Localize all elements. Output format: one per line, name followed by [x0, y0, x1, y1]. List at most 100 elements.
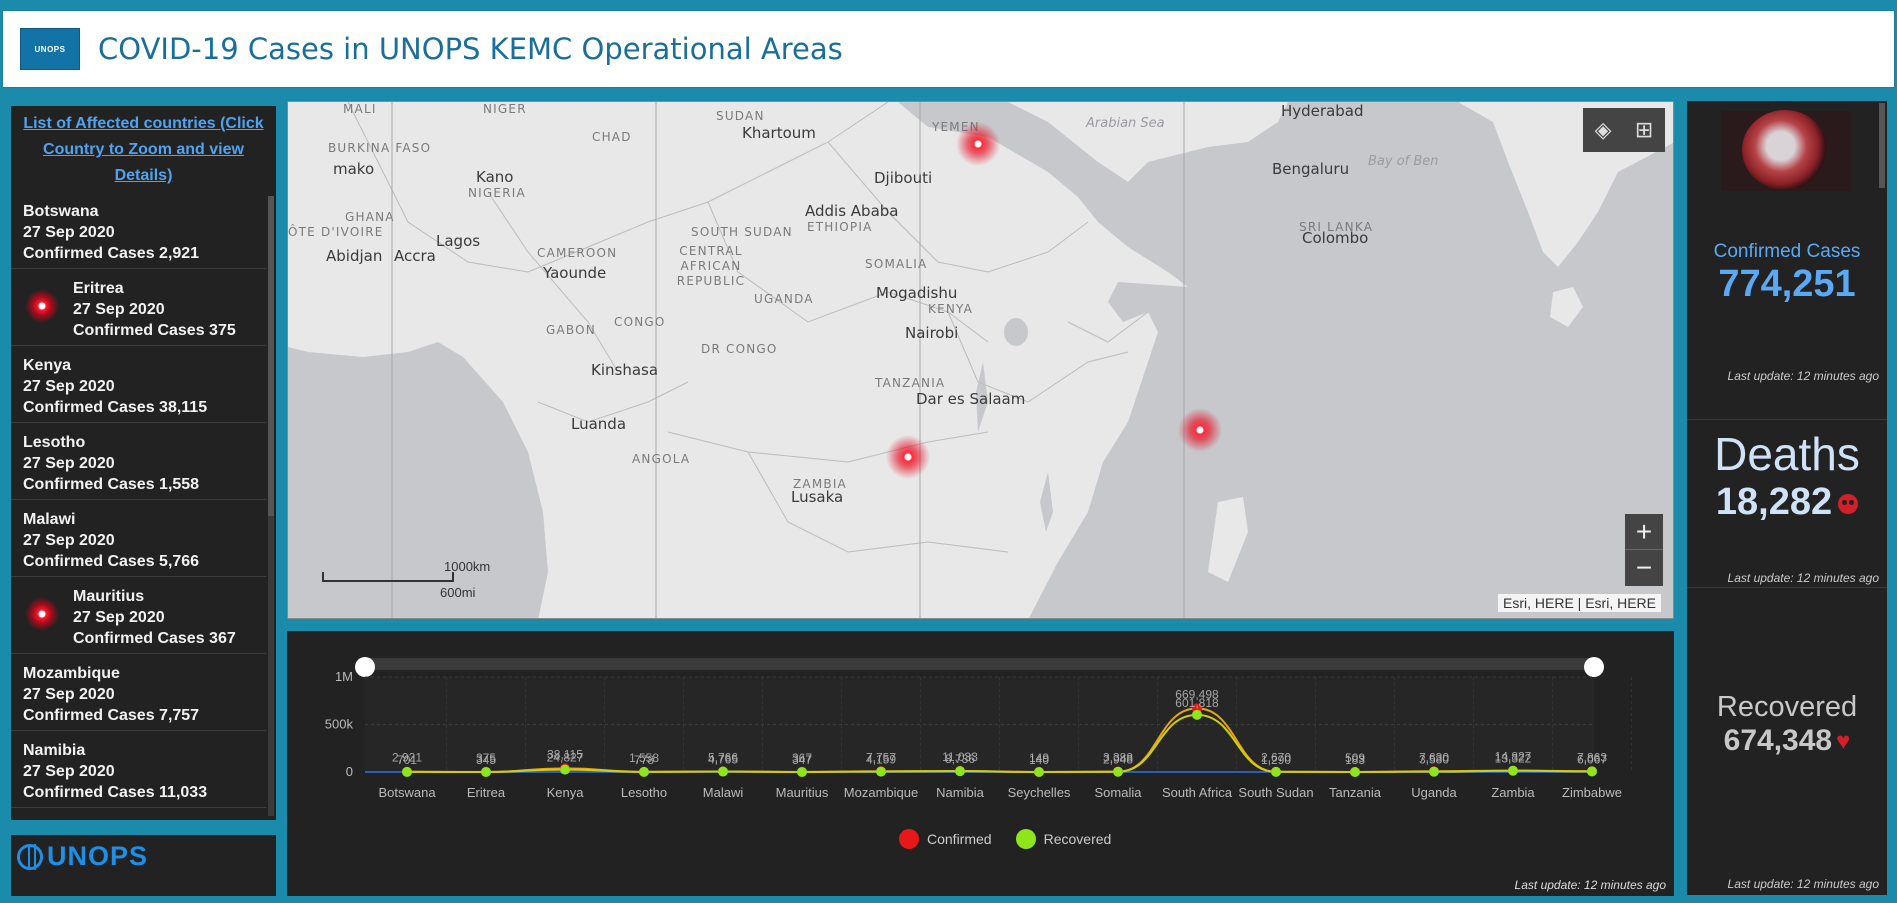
country-cases: Confirmed Cases 38,115 [23, 399, 208, 416]
map-view[interactable]: MALI NIGER SUDAN Khartoum YEMEN Arabian Sea Hy… [287, 101, 1674, 619]
map-label: TANZANIA [875, 376, 946, 390]
data-point-recovered [797, 766, 807, 777]
data-point-recovered [1429, 766, 1439, 777]
x-tick-label: Lesotho [621, 785, 667, 800]
recovered-last-update: Last update: 12 minutes ago [1727, 877, 1879, 891]
zoom-out-button[interactable]: − [1625, 550, 1663, 586]
layers-icon[interactable]: ◈ [1595, 117, 1612, 143]
skull-icon [1838, 493, 1859, 514]
country-list-item[interactable]: Kenya 27 Sep 2020 Confirmed Cases 38,115 [11, 346, 266, 423]
case-marker-icon [25, 597, 59, 631]
scale-bar [322, 572, 454, 582]
map-label: ANGOLA [632, 452, 691, 466]
cases-chart: 0 500k 1M Botswana Eritrea Kenya Lesotho Malawi… [325, 657, 1632, 800]
map-label: Addis Ababa [805, 202, 899, 220]
map-label: GABON [546, 323, 596, 337]
list-header: List of Affected countries (Click Countr… [11, 106, 276, 193]
x-tick-label: Namibia [936, 785, 984, 800]
data-label-recovered: 183 [1345, 753, 1365, 767]
legend-item-recovered[interactable]: Recovered [1015, 829, 1112, 849]
country-list-item[interactable]: Eritrea 27 Sep 2020 Confirmed Cases 375 [11, 269, 266, 346]
scale-km-label: 1000km [444, 559, 491, 574]
range-slider-handle-left[interactable] [355, 657, 375, 677]
list-scrollbar-thumb[interactable] [268, 196, 274, 516]
basemap-gallery-icon[interactable]: ⊞ [1635, 117, 1653, 143]
range-slider-track [365, 658, 1594, 670]
country-list-item[interactable]: Malawi 27 Sep 2020 Confirmed Cases 5,766 [11, 500, 266, 577]
legend-label-recovered: Recovered [1043, 831, 1112, 847]
page-title: COVID-19 Cases in UNOPS KEMC Operational… [98, 32, 843, 66]
map-marker-mauritius[interactable] [1178, 408, 1222, 452]
country-cases: Confirmed Cases 1,558 [23, 476, 200, 493]
country-country: Kenya [23, 357, 72, 374]
country-list-item[interactable]: Lesotho 27 Sep 2020 Confirmed Cases 1,558 [11, 423, 266, 500]
zoom-in-button[interactable]: + [1625, 514, 1663, 550]
affected-countries-link[interactable]: List of Affected countries (Click Countr… [23, 115, 263, 184]
map-label: Luanda [571, 415, 627, 433]
data-point-recovered [1271, 766, 1281, 777]
legend-item-confirmed[interactable]: Confirmed [899, 829, 992, 849]
deaths-value-row: 18,282 [1687, 481, 1887, 524]
country-country: Namibia [23, 742, 86, 759]
scale-mi-label: 600mi [440, 585, 476, 600]
unops-logo-text: UNOPS [47, 841, 149, 871]
range-slider-handle-right[interactable] [1584, 657, 1604, 677]
data-label-recovered: 8,736 [945, 752, 975, 766]
map-label: Dar es Salaam [916, 390, 1026, 408]
map-label: MALI [343, 102, 377, 116]
stats-panel: Confirmed Cases 774,251 Last update: 12 … [1687, 101, 1887, 895]
data-label-recovered: 778 [634, 753, 654, 767]
map-label: ÔTE D'IVOIRE [288, 225, 384, 239]
deaths-label: Deaths [1714, 428, 1860, 480]
x-tick-label: Zimbabwe [1562, 785, 1622, 800]
data-label-recovered: 6,067 [1577, 752, 1607, 766]
map-label: mako [333, 160, 375, 178]
country-list[interactable]: Botswana 27 Sep 2020 Confirmed Cases 2,921… [11, 192, 266, 820]
map-label: CHAD [592, 130, 632, 144]
data-point-recovered [560, 764, 570, 775]
country-date: 27 Sep 2020 [73, 301, 165, 318]
data-label-recovered: 345 [476, 753, 496, 767]
stats-scrollbar[interactable] [1879, 103, 1885, 188]
x-tick-label: Mozambique [844, 785, 918, 800]
legend-label-confirmed: Confirmed [927, 831, 992, 847]
list-scrollbar[interactable] [268, 196, 274, 816]
y-tick-label: 0 [346, 764, 353, 779]
x-tick-label: Zambia [1491, 785, 1535, 800]
case-marker-icon [25, 289, 59, 323]
country-list-item[interactable]: Mauritius 27 Sep 2020 Confirmed Cases 367 [11, 577, 266, 654]
country-list-item[interactable]: Botswana 27 Sep 2020 Confirmed Cases 2,921 [11, 192, 266, 269]
chart-legend: Confirmed Recovered [899, 829, 1111, 849]
country-list-item[interactable]: Mozambique 27 Sep 2020 Confirmed Cases 7,7… [11, 654, 266, 731]
x-tick-label: Seychelles [1008, 785, 1071, 800]
un-globe-icon [17, 843, 43, 870]
recovered-value-row: 674,348 ♥ [1687, 724, 1887, 758]
data-label-recovered: 140 [1029, 753, 1049, 767]
data-point-recovered [1508, 765, 1518, 776]
map-label: Djibouti [874, 169, 933, 187]
confirmed-label: Confirmed Cases [1713, 241, 1861, 262]
unops-header-logo: UNOPS [20, 28, 80, 70]
country-date: 27 Sep 2020 [23, 686, 115, 703]
country-date: 27 Sep 2020 [73, 609, 165, 626]
country-list-item[interactable]: Namibia 27 Sep 2020 Confirmed Cases 11,033 [11, 731, 266, 808]
data-label-recovered: 601,818 [1175, 696, 1219, 710]
data-label-recovered: 1,290 [1261, 753, 1291, 767]
data-label-recovered: 24,827 [547, 751, 584, 765]
stat-divider-1 [1687, 419, 1887, 420]
confirmed-stat: Confirmed Cases 774,251 [1687, 241, 1887, 306]
map-label: CENTRAL AFRICAN REPUBLIC [676, 244, 746, 288]
map-label: Kano [476, 168, 514, 186]
map-marker-tanzania[interactable] [886, 435, 930, 479]
map-label: KENYA [928, 302, 974, 316]
data-label-recovered: 4,765 [708, 753, 738, 767]
data-point-recovered [955, 766, 965, 777]
data-point-recovered [639, 766, 649, 777]
map-marker-eritrea[interactable] [956, 122, 1000, 166]
data-point-recovered [876, 766, 886, 777]
chart-panel: 0 500k 1M Botswana Eritrea Kenya Lesotho Malawi… [287, 631, 1674, 896]
x-tick-label: South Sudan [1238, 785, 1313, 800]
data-label-recovered: 4,159 [866, 753, 896, 767]
country-country: Mauritius [73, 588, 145, 605]
confirmed-value: 774,251 [1718, 263, 1856, 305]
